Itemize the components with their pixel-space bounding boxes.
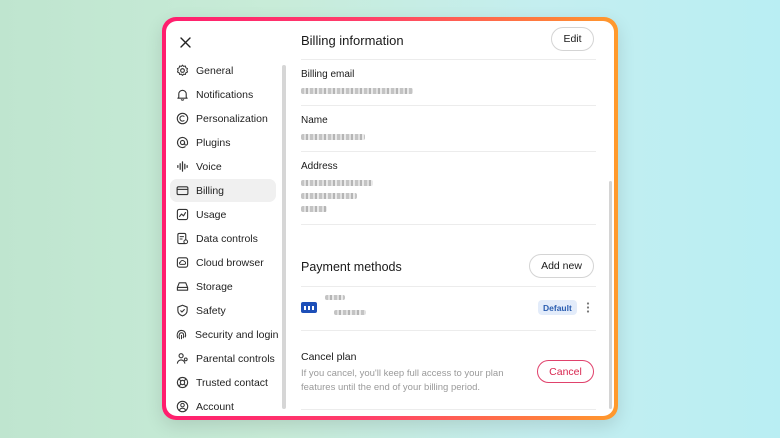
- card-brand-icon: [301, 302, 317, 313]
- sidebar-item-label: Billing: [196, 184, 225, 197]
- divider: [301, 224, 596, 225]
- payment-more-button[interactable]: [583, 300, 593, 315]
- card-icon: [175, 184, 189, 198]
- redacted-card-name: [325, 295, 345, 300]
- sidebar-item-label: Voice: [196, 160, 222, 173]
- sidebar-item-cloud-browser[interactable]: Cloud browser: [170, 251, 276, 274]
- sidebar-item-label: General: [196, 64, 234, 77]
- cancel-plan-description: If you cancel, you'll keep full access t…: [301, 368, 504, 393]
- gear-icon: [175, 64, 189, 78]
- sidebar-item-voice[interactable]: Voice: [170, 155, 276, 178]
- sidebar-item-billing[interactable]: Billing: [170, 179, 276, 202]
- sidebar-item-parental-controls[interactable]: Parental controls: [170, 347, 276, 370]
- sidebar-item-label: Data controls: [196, 232, 258, 245]
- redacted-email: [301, 88, 413, 94]
- close-icon: [179, 36, 191, 48]
- settings-dialog: General Notifications Personalization Pl…: [166, 21, 614, 416]
- billing-title: Billing information: [301, 33, 404, 48]
- billing-email-label: Billing email: [301, 69, 355, 80]
- divider: [301, 151, 596, 152]
- cloud-icon: [175, 256, 189, 270]
- shield-icon: [175, 304, 189, 318]
- sidebar-item-label: Safety: [196, 304, 226, 317]
- divider: [301, 286, 596, 287]
- sidebar-item-label: Notifications: [196, 88, 254, 101]
- sidebar-item-data-controls[interactable]: Data controls: [170, 227, 276, 250]
- redacted-card-number: [334, 310, 366, 315]
- account-icon: [175, 400, 189, 414]
- sidebar-item-label: Trusted contact: [196, 376, 268, 389]
- sidebar-item-general[interactable]: General: [170, 59, 276, 82]
- close-button[interactable]: [174, 31, 196, 53]
- sidebar-item-trusted-contact[interactable]: Trusted contact: [170, 371, 276, 394]
- address-label: Address: [301, 161, 338, 172]
- divider: [301, 59, 596, 60]
- at-sign-icon: [175, 136, 189, 150]
- chart-icon: [175, 208, 189, 222]
- add-payment-button[interactable]: Add new: [529, 254, 594, 278]
- people-icon: [175, 352, 189, 366]
- waveform-icon: [175, 160, 189, 174]
- sidebar-item-label: Plugins: [196, 136, 231, 149]
- sidebar-scrollbar[interactable]: [282, 65, 286, 409]
- billing-content: Billing information Edit Billing email N…: [301, 21, 596, 416]
- sidebar-item-usage[interactable]: Usage: [170, 203, 276, 226]
- divider: [301, 330, 596, 331]
- kebab-icon: [586, 302, 590, 313]
- sidebar-item-label: Parental controls: [196, 352, 275, 365]
- fingerprint-icon: [175, 328, 188, 342]
- cancel-plan-title: Cancel plan: [301, 351, 357, 363]
- edit-button[interactable]: Edit: [551, 27, 594, 51]
- sidebar-item-notifications[interactable]: Notifications: [170, 83, 276, 106]
- redacted-address-line: [301, 180, 373, 186]
- sidebar-item-personalization[interactable]: Personalization: [170, 107, 276, 130]
- default-badge: Default: [538, 300, 577, 315]
- sidebar-item-plugins[interactable]: Plugins: [170, 131, 276, 154]
- sidebar-item-label: Storage: [196, 280, 233, 293]
- content-scrollbar[interactable]: [609, 181, 612, 409]
- sidebar-item-account[interactable]: Account: [170, 395, 276, 416]
- sidebar-item-storage[interactable]: Storage: [170, 275, 276, 298]
- payment-methods-title: Payment methods: [301, 260, 402, 274]
- divider: [301, 105, 596, 106]
- bell-icon: [175, 88, 189, 102]
- divider: [301, 409, 596, 410]
- sidebar-item-security-login[interactable]: Security and login: [170, 323, 279, 346]
- database-icon: [175, 232, 189, 246]
- cancel-plan-button[interactable]: Cancel: [537, 360, 594, 383]
- sidebar-item-label: Cloud browser: [196, 256, 264, 269]
- sidebar-item-label: Account: [196, 400, 234, 413]
- sidebar-item-label: Personalization: [196, 112, 268, 125]
- redacted-address-line: [301, 206, 327, 212]
- personalization-icon: [175, 112, 189, 126]
- lifebuoy-icon: [175, 376, 189, 390]
- sidebar-item-label: Usage: [196, 208, 227, 221]
- name-label: Name: [301, 115, 328, 126]
- sidebar-item-safety[interactable]: Safety: [170, 299, 276, 322]
- redacted-name: [301, 134, 365, 140]
- redacted-address-line: [301, 193, 357, 199]
- storage-icon: [175, 280, 189, 294]
- sidebar-item-label: Security and login: [195, 328, 279, 341]
